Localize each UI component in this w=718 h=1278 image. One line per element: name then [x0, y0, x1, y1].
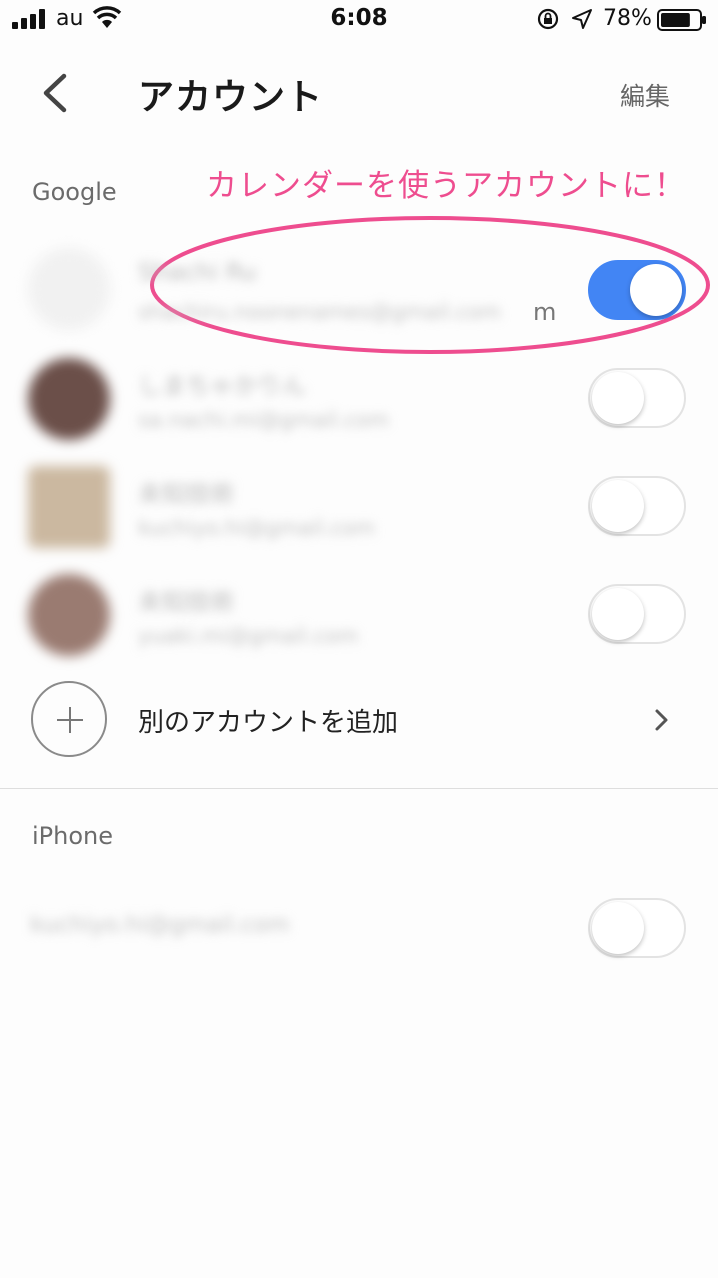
account-name: しまちゃかりん — [138, 372, 306, 400]
location-icon — [572, 9, 592, 29]
account-toggle[interactable] — [588, 584, 686, 644]
annotation-text: カレンダーを使うアカウントに！ — [206, 168, 686, 204]
toggle-knob — [592, 480, 644, 532]
toggle-knob — [592, 372, 644, 424]
battery-percent: 78% — [603, 6, 652, 31]
back-chevron-icon[interactable] — [36, 70, 76, 116]
account-row: しまちゃかりん sa.nachi.mi@gmail.com — [0, 344, 718, 452]
battery-icon — [657, 9, 706, 31]
section-label-iphone: iPhone — [32, 822, 114, 850]
account-email: yuaki.mi@gmail.com — [138, 624, 359, 648]
avatar — [28, 248, 110, 330]
account-email: sa.nachi.mi@gmail.com — [138, 408, 390, 432]
account-name: 未知技術 — [138, 480, 234, 508]
account-email: shachiru.noonenames@gmail.com — [138, 300, 502, 324]
chevron-right-icon — [655, 709, 668, 731]
account-email-tail: m — [533, 298, 557, 326]
plus-icon — [31, 681, 107, 757]
avatar — [28, 574, 110, 656]
accounts-screen: au 6:08 78% アカウント 編集 Google カレンダーを使うアカウン… — [0, 0, 718, 1278]
toggle-knob — [592, 588, 644, 640]
account-toggle[interactable] — [588, 476, 686, 536]
rotation-lock-icon — [537, 8, 559, 30]
avatar — [28, 466, 110, 548]
add-account-button[interactable]: 別のアカウントを追加 — [0, 670, 718, 770]
account-row: 未知技術 yuaki.mi@gmail.com — [0, 560, 718, 668]
account-email: kuchiyo.hi@gmail.com — [138, 516, 376, 540]
account-row: kuchiyo.hi@gmail.com — [0, 874, 718, 982]
account-toggle[interactable] — [588, 898, 686, 958]
status-bar: au 6:08 78% — [0, 0, 718, 40]
account-email: kuchiyo.hi@gmail.com — [30, 912, 290, 938]
edit-button[interactable]: 編集 — [620, 77, 670, 113]
account-toggle[interactable] — [588, 368, 686, 428]
account-name: 未知技術 — [138, 588, 234, 616]
account-row: 未知技術 kuchiyo.hi@gmail.com — [0, 452, 718, 560]
account-row: Shachi Ru shachiru.noonenames@gmail.com … — [0, 236, 718, 344]
account-name: Shachi Ru — [138, 258, 257, 286]
avatar — [28, 358, 110, 440]
add-account-label: 別のアカウントを追加 — [138, 708, 399, 738]
toggle-knob — [592, 902, 644, 954]
account-toggle[interactable] — [588, 260, 686, 320]
toggle-knob — [630, 264, 682, 316]
section-divider — [0, 788, 718, 789]
page-title: アカウント — [138, 77, 324, 118]
section-label-google: Google — [32, 178, 117, 206]
